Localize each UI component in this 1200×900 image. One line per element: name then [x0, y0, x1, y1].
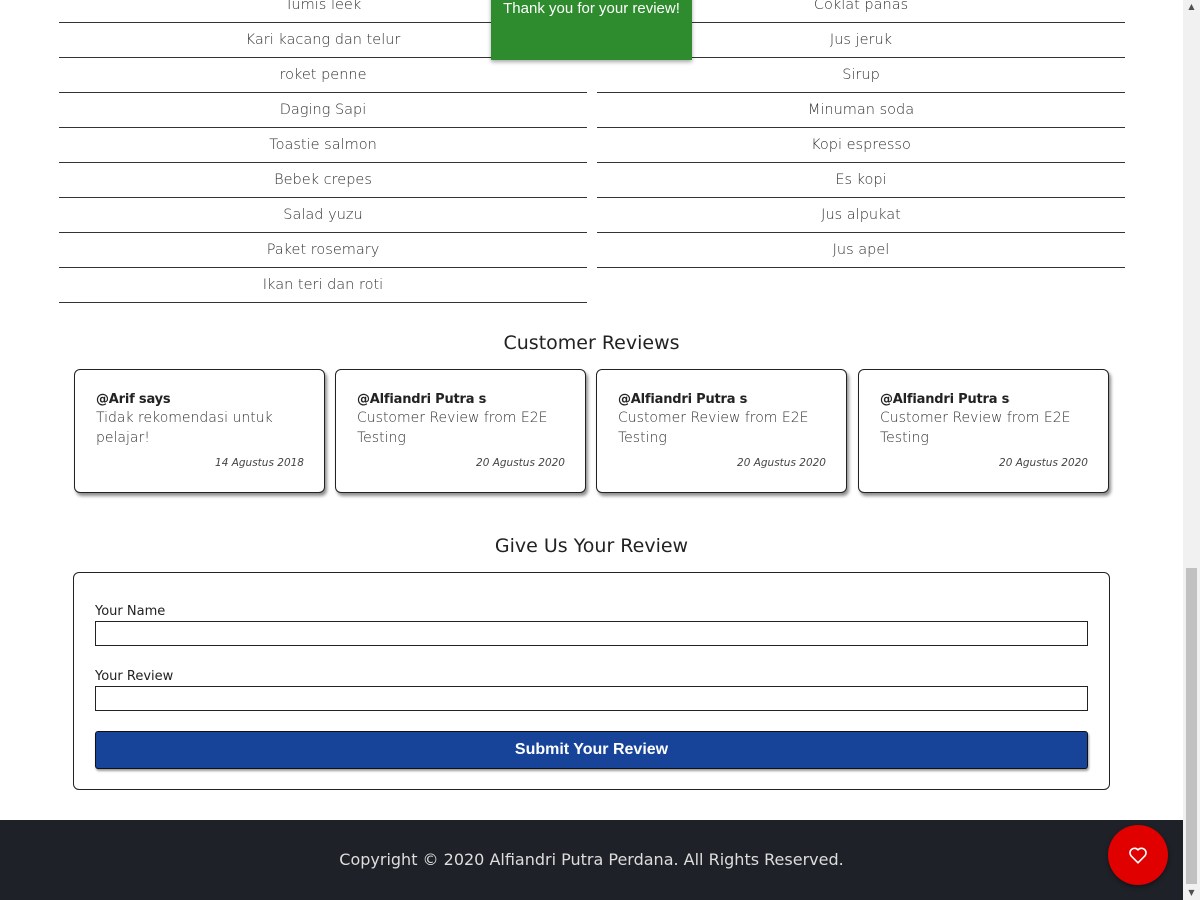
toast-notification: Thank you for your review!	[491, 0, 692, 60]
name-input[interactable]	[95, 621, 1088, 646]
page: Tumis leek Kari kacang dan telur roket pen…	[0, 0, 1183, 900]
review-date: 20 Agustus 2020	[476, 457, 565, 469]
drink-menu-item: Sirup	[597, 58, 1125, 93]
food-menu-item: Daging Sapi	[59, 93, 587, 128]
review-text: Customer Review from E2E Testing	[357, 410, 548, 446]
review-text: Customer Review from E2E Testing	[618, 410, 809, 446]
submit-review-button[interactable]: Submit Your Review	[95, 731, 1088, 769]
food-menu-item: Ikan teri dan roti	[59, 268, 587, 303]
food-menu-item: Paket rosemary	[59, 233, 587, 268]
drink-menu-item: Es kopi	[597, 163, 1125, 198]
favorite-button[interactable]	[1108, 825, 1168, 885]
drink-menu-item: Kopi espresso	[597, 128, 1125, 163]
review-form: Your Name Your Review Submit Your Review	[73, 572, 1110, 790]
review-label: Your Review	[95, 669, 174, 684]
scroll-thumb[interactable]	[1186, 568, 1197, 884]
review-author: @Alfiandri Putra says	[880, 392, 1010, 407]
review-author: @Arif says	[96, 392, 171, 407]
reviews-title: Customer Reviews	[503, 332, 680, 354]
drink-menu-item: Jus alpukat	[597, 198, 1125, 233]
review-text: Tidak rekomendasi untuk pelajar!	[96, 410, 273, 446]
review-input[interactable]	[95, 686, 1088, 711]
drink-menu-item: Minuman soda	[597, 93, 1125, 128]
review-card: @Alfiandri Putra says Customer Review fr…	[858, 369, 1109, 493]
food-menu-item: Salad yuzu	[59, 198, 587, 233]
review-date: 20 Agustus 2020	[999, 457, 1088, 469]
scroll-up-arrow-icon[interactable]: ▲	[1183, 0, 1200, 14]
heart-icon	[1129, 847, 1147, 864]
review-card: @Alfiandri Putra says Customer Review fr…	[596, 369, 847, 493]
copyright-text: Copyright © 2020 Alfiandri Putra Perdana…	[339, 850, 844, 869]
review-author: @Alfiandri Putra says	[357, 392, 487, 407]
food-menu-item: Toastie salmon	[59, 128, 587, 163]
scroll-down-arrow-icon[interactable]: ▼	[1183, 886, 1200, 900]
footer: Copyright © 2020 Alfiandri Putra Perdana…	[0, 820, 1183, 900]
food-menu-item: Bebek crepes	[59, 163, 587, 198]
review-form-title: Give Us Your Review	[494, 535, 689, 557]
drink-menu-item: Jus apel	[597, 233, 1125, 268]
review-date: 20 Agustus 2020	[737, 457, 826, 469]
review-card: @Alfiandri Putra says Customer Review fr…	[335, 369, 586, 493]
review-date: 14 Agustus 2018	[215, 457, 304, 469]
food-menu-item: roket penne	[59, 58, 587, 93]
vertical-scrollbar[interactable]: ▲ ▼	[1183, 0, 1200, 900]
review-author: @Alfiandri Putra says	[618, 392, 748, 407]
name-label: Your Name	[95, 604, 166, 619]
review-card: @Arif says Tidak rekomendasi untuk pelaj…	[74, 369, 325, 493]
review-text: Customer Review from E2E Testing	[880, 410, 1071, 446]
